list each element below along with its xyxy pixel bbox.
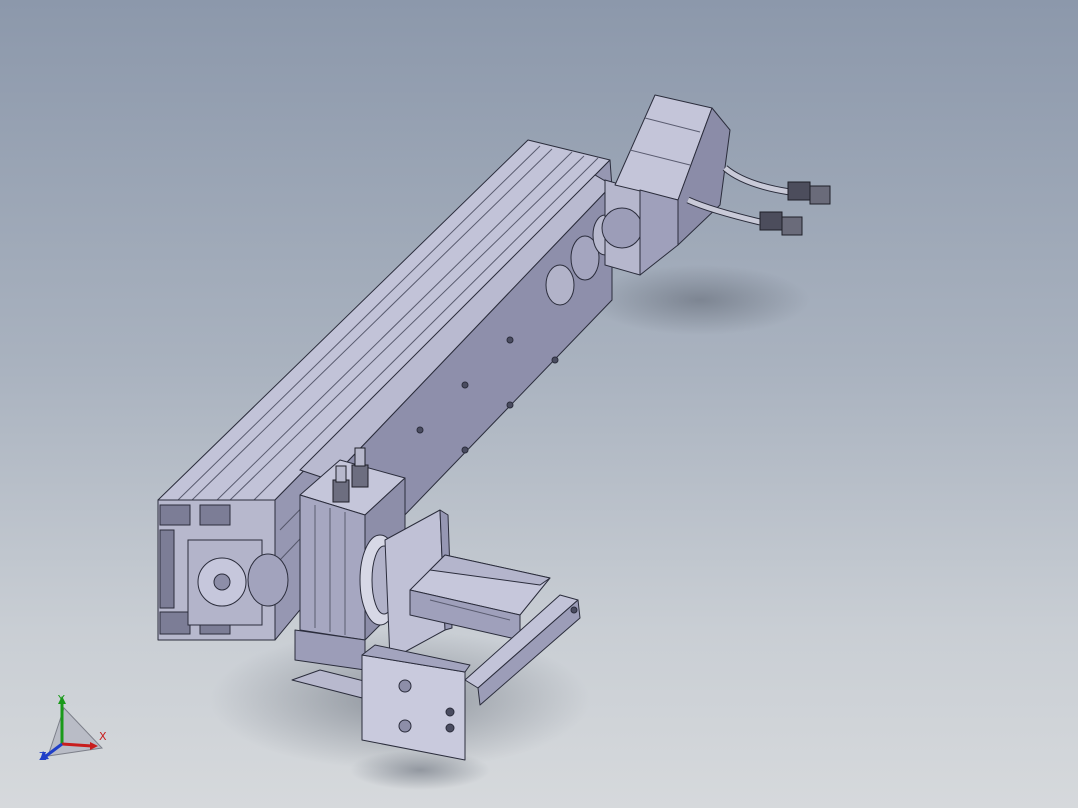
ground-shadow-motor [590,265,810,335]
y-axis-label: Y [58,693,65,706]
graphics-viewport[interactable]: X Y Z [0,0,1078,808]
ground-shadow-gripper [350,750,490,790]
z-axis-label: Z [39,750,47,763]
motor-cable-upper [722,165,791,196]
coordinate-triad[interactable]: X Y Z [30,690,120,770]
linear-actuator-assembly[interactable] [0,0,1078,808]
x-axis-arrow [61,742,93,748]
cable-connector-lower [759,211,803,236]
x-axis-label: X [99,730,107,743]
gripper-end-plate [361,644,471,761]
motor-flange [601,179,643,276]
cable-connector-upper [787,181,831,205]
